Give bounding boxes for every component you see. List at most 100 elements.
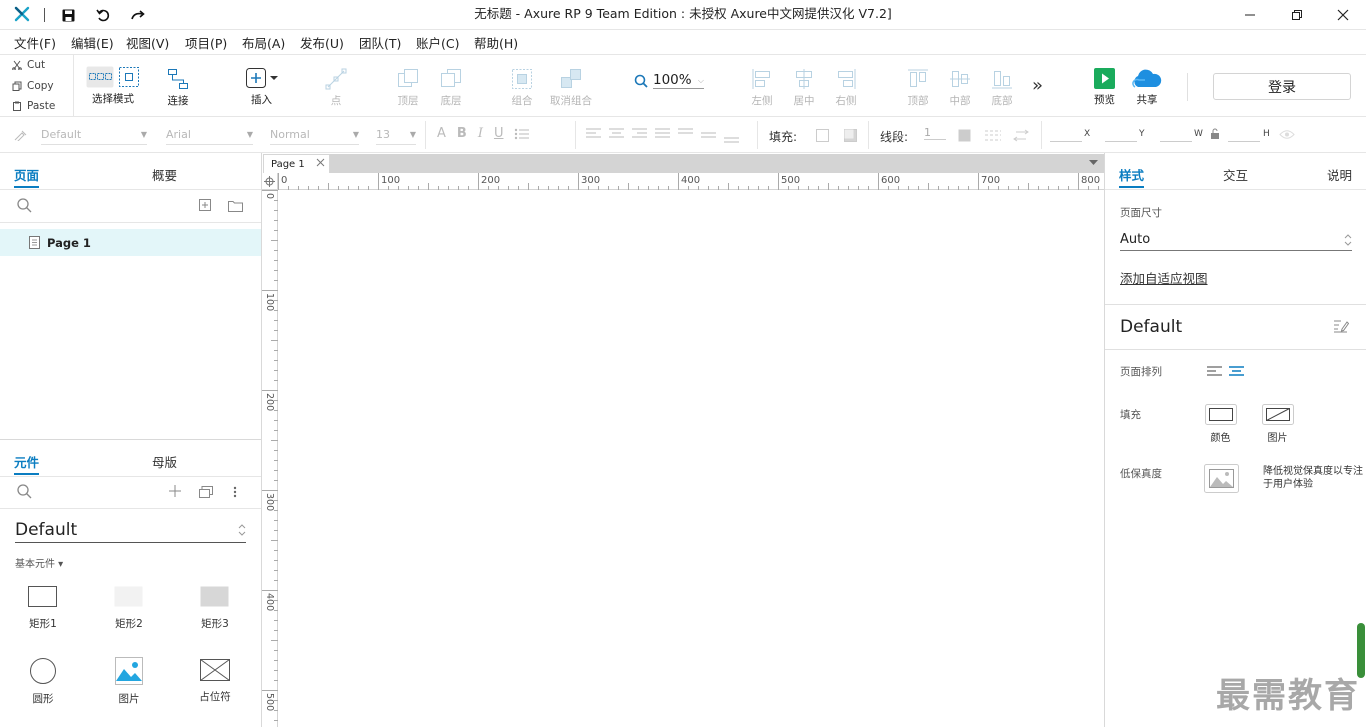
undo-icon[interactable]	[92, 4, 114, 26]
menu-team[interactable]: 团队(T)	[359, 33, 401, 52]
add-adaptive-view-link[interactable]: 添加自适应视图	[1120, 268, 1208, 287]
bold-icon[interactable]: B	[457, 126, 467, 141]
valign-middle-icon[interactable]	[701, 128, 716, 144]
page-align-left-icon[interactable]	[1207, 366, 1222, 377]
tab-notes[interactable]: 说明	[1327, 165, 1352, 184]
cut-button[interactable]: Cut	[12, 59, 45, 71]
minimize-icon[interactable]	[1239, 4, 1261, 26]
x-input[interactable]	[1050, 127, 1082, 142]
font-size-select[interactable]: 13 ▼	[376, 125, 416, 145]
stroke-width-input[interactable]: 1	[924, 126, 946, 140]
widget-placeholder[interactable]: 占位符	[185, 657, 245, 704]
page-align-center-icon[interactable]	[1229, 366, 1244, 377]
vertical-ruler[interactable]: 0 100 200 300 400 500	[262, 190, 278, 727]
align-bottom-button[interactable]: 底部	[991, 68, 1013, 108]
stroke-pattern-icon[interactable]	[985, 129, 1001, 142]
preview-button[interactable]: 预览	[1094, 68, 1115, 107]
tab-list-caret-icon[interactable]	[1089, 160, 1098, 166]
lock-icon[interactable]	[1210, 128, 1220, 139]
underline-icon[interactable]: U	[494, 126, 504, 141]
align-top-button[interactable]: 顶部	[907, 68, 929, 108]
add-folder-icon[interactable]	[228, 200, 243, 212]
design-canvas[interactable]	[278, 190, 1104, 727]
font-select[interactable]: Arial ▼	[166, 125, 253, 145]
document-tab[interactable]: Page 1	[263, 154, 330, 173]
add-page-icon[interactable]	[199, 199, 212, 212]
bullet-list-icon[interactable]	[514, 128, 530, 140]
point-button[interactable]: 点	[325, 68, 347, 108]
align-center-button[interactable]: 居中	[793, 68, 815, 108]
arrow-style-icon[interactable]	[1013, 129, 1029, 142]
zoom-select[interactable]: 100% ⌵	[653, 72, 704, 89]
more-options-icon[interactable]	[233, 486, 237, 498]
copy-button[interactable]: Copy	[12, 80, 54, 92]
width-input[interactable]	[1160, 127, 1192, 142]
height-input[interactable]	[1228, 127, 1260, 142]
menu-view[interactable]: 视图(V)	[126, 33, 169, 52]
fill-image-button[interactable]: 图片	[1260, 404, 1295, 444]
ungroup-button[interactable]: 取消组合	[550, 68, 592, 108]
library-stack-icon[interactable]	[199, 486, 213, 498]
menu-file[interactable]: 文件(F)	[14, 33, 56, 52]
fill-shadow-icon[interactable]	[844, 129, 858, 142]
widget-circle[interactable]: 圆形	[13, 657, 73, 706]
connect-button[interactable]: 连接	[167, 68, 189, 108]
menu-project[interactable]: 项目(P)	[185, 33, 227, 52]
send-to-bottom-button[interactable]: 底层	[440, 68, 462, 108]
paste-button[interactable]: Paste	[12, 100, 55, 112]
valign-bottom-icon[interactable]	[724, 128, 739, 144]
align-left-button[interactable]: 左侧	[751, 68, 773, 108]
widget-rectangle-3[interactable]: 矩形3	[185, 586, 245, 631]
edit-style-icon[interactable]	[1333, 319, 1349, 333]
menu-publish[interactable]: 发布(U)	[300, 33, 344, 52]
font-color-icon[interactable]: A	[437, 126, 446, 141]
widget-category[interactable]: 基本元件 ▾	[15, 555, 63, 570]
menu-help[interactable]: 帮助(H)	[474, 33, 518, 52]
insert-button[interactable]: 插入	[245, 67, 278, 107]
menu-account[interactable]: 账户(C)	[416, 33, 459, 52]
ruler-origin-crosshair-icon[interactable]	[262, 173, 278, 190]
add-library-icon[interactable]	[169, 485, 181, 497]
login-button[interactable]: 登录	[1213, 73, 1351, 100]
widget-rectangle-1[interactable]: 矩形1	[13, 586, 73, 631]
close-icon[interactable]	[1332, 4, 1354, 26]
widget-rectangle-2[interactable]: 矩形2	[99, 586, 159, 631]
select-mode-button[interactable]: 选择模式	[86, 66, 140, 106]
y-input[interactable]	[1105, 127, 1137, 142]
text-align-center-icon[interactable]	[609, 128, 624, 144]
text-justify-icon[interactable]	[655, 128, 670, 144]
tab-style[interactable]: 样式	[1119, 165, 1145, 188]
page-search-icon[interactable]	[17, 198, 32, 213]
share-button[interactable]: 共享	[1131, 68, 1163, 107]
tab-widgets[interactable]: 元件	[14, 452, 40, 475]
library-select[interactable]: Default	[15, 518, 246, 543]
align-right-button[interactable]: 右侧	[835, 68, 857, 108]
tab-interactions[interactable]: 交互	[1223, 165, 1248, 184]
more-tools-chevron-icon[interactable]: »	[1032, 75, 1043, 96]
restore-icon[interactable]	[1286, 4, 1308, 26]
tab-masters[interactable]: 母版	[152, 452, 177, 471]
bring-to-top-button[interactable]: 顶层	[397, 68, 419, 108]
redo-icon[interactable]	[127, 4, 149, 26]
stroke-color-icon[interactable]	[958, 129, 971, 142]
tab-close-icon[interactable]	[316, 158, 325, 167]
font-weight-select[interactable]: Normal ▼	[270, 125, 359, 145]
menu-layout[interactable]: 布局(A)	[242, 33, 285, 52]
fill-color-button[interactable]: 颜色	[1203, 404, 1238, 444]
page-tree-item[interactable]: Page 1	[0, 229, 261, 256]
tab-pages[interactable]: 页面	[14, 165, 40, 188]
text-align-right-icon[interactable]	[632, 128, 647, 144]
style-select[interactable]: Default ▼	[41, 125, 147, 145]
text-align-left-icon[interactable]	[586, 128, 601, 144]
menu-edit[interactable]: 编辑(E)	[71, 33, 114, 52]
widget-search-icon[interactable]	[17, 484, 32, 499]
low-fidelity-toggle-icon[interactable]	[1204, 464, 1239, 493]
tab-outline[interactable]: 概要	[152, 165, 177, 184]
group-button[interactable]: 组合	[511, 68, 533, 108]
save-icon[interactable]	[57, 4, 79, 26]
horizontal-ruler[interactable]: 0 100 200 300 400 500 600 700 800	[278, 173, 1104, 190]
visibility-eye-icon[interactable]	[1279, 129, 1295, 140]
align-middle-button[interactable]: 中部	[949, 68, 971, 108]
format-painter-icon[interactable]	[14, 129, 28, 141]
valign-top-icon[interactable]	[678, 128, 693, 144]
